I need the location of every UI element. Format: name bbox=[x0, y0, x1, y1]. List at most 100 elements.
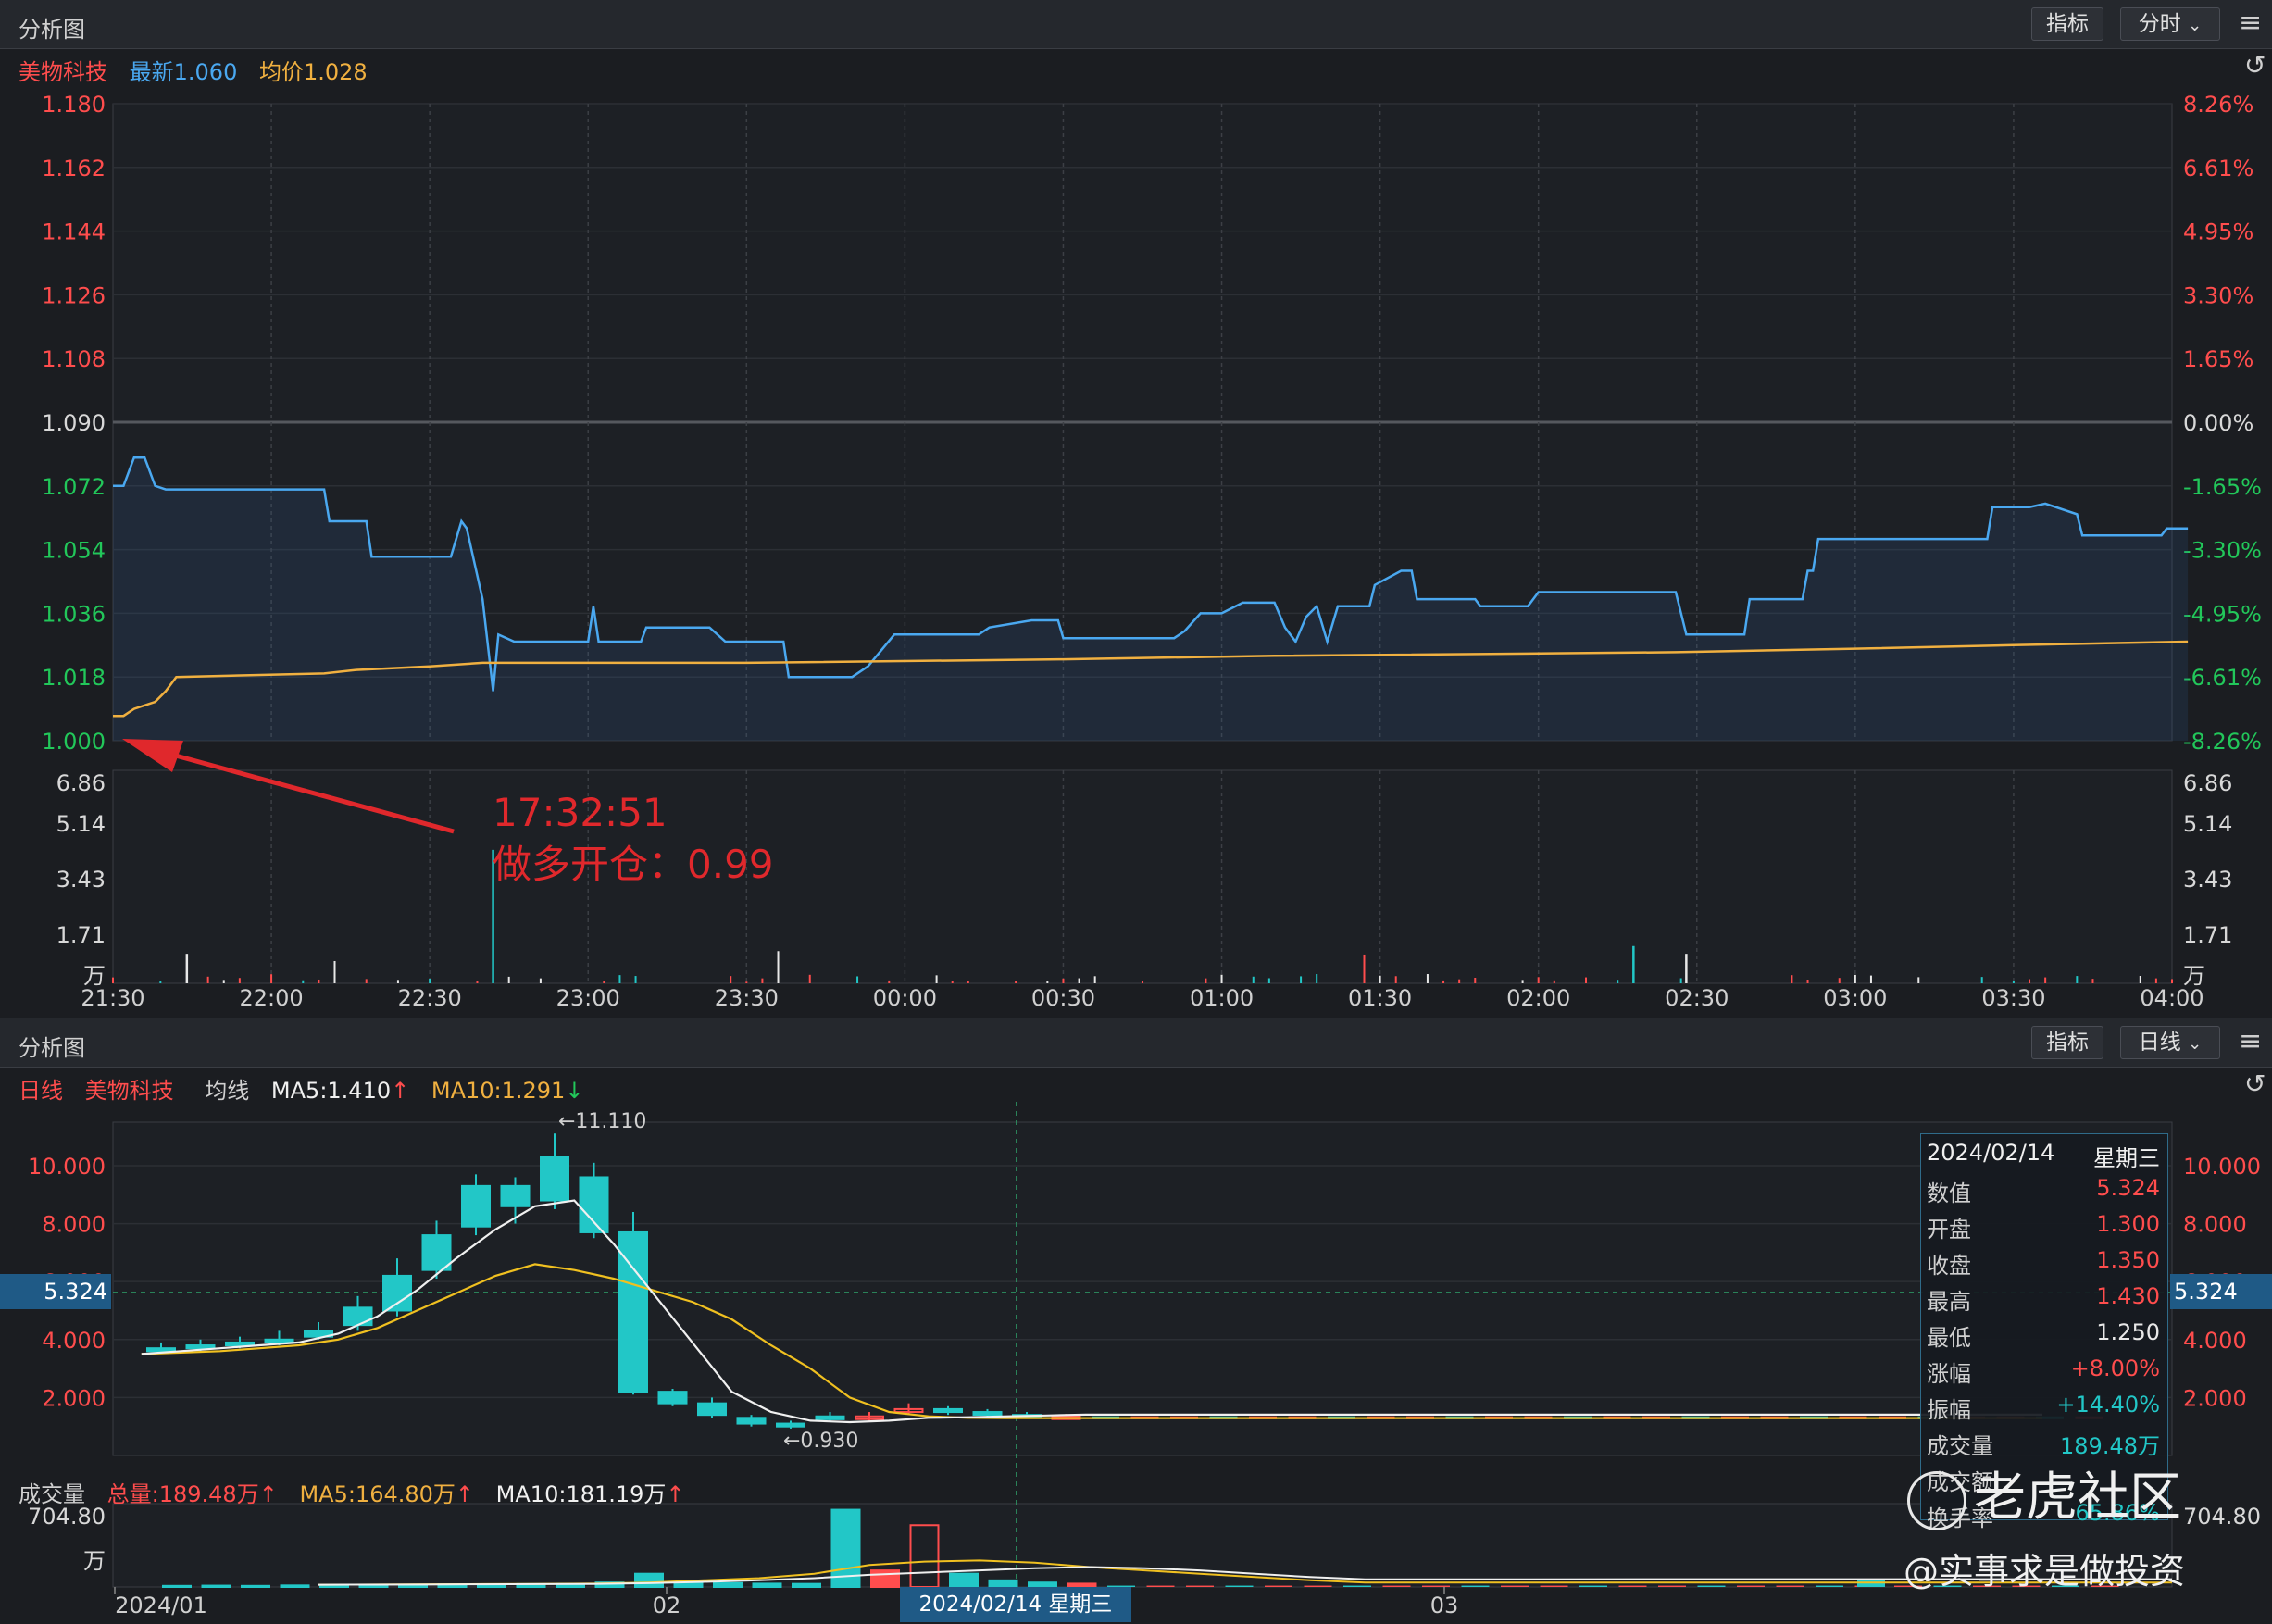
tooltip-value: +8.00% bbox=[2070, 1355, 2160, 1381]
y-tick-left: 1.000 bbox=[42, 729, 106, 755]
tooltip-key: 最低 bbox=[1927, 1325, 1971, 1351]
volume-bar bbox=[634, 1572, 664, 1588]
tooltip-value: 5.324 bbox=[2096, 1175, 2160, 1201]
candle-body bbox=[500, 1184, 531, 1207]
y-tick-left: 8.000 bbox=[42, 1212, 106, 1238]
top-panel-header: 分析图 指标 分时 ⌄ ≡ bbox=[0, 0, 2272, 49]
x-tick: 02:30 bbox=[1665, 985, 1729, 1009]
top-legend: 美物科技 最新1.060 均价1.028 bbox=[19, 54, 382, 86]
tooltip-row: 振幅 +14.40% bbox=[1927, 1392, 2160, 1427]
volume-bar bbox=[1857, 1580, 1885, 1587]
y-tick-right: 0.00% bbox=[2183, 410, 2253, 436]
stock-name-bottom: 美物科技 bbox=[84, 1078, 174, 1104]
reset-icon[interactable]: ↺ bbox=[2244, 52, 2266, 80]
volume-tick-right: 3.43 bbox=[2183, 867, 2232, 893]
y-tick-left: 1.072 bbox=[42, 474, 106, 500]
volume-bar bbox=[1579, 1585, 1607, 1587]
volume-bar bbox=[1697, 1585, 1726, 1587]
y-tick-left: 1.108 bbox=[42, 346, 106, 372]
y-tick-left: 1.054 bbox=[42, 538, 106, 564]
x-tick: 00:30 bbox=[1031, 985, 1095, 1009]
arrow-down-icon: ↓ bbox=[565, 1078, 584, 1104]
volume-bar bbox=[162, 1584, 192, 1588]
x-tick: 2024/01 bbox=[115, 1593, 207, 1618]
menu-icon[interactable]: ≡ bbox=[2239, 9, 2262, 37]
y-tick-left: 1.162 bbox=[42, 156, 106, 181]
volume-bar bbox=[201, 1584, 231, 1589]
volume-bar bbox=[1265, 1585, 1292, 1587]
y-tick-left: 2.000 bbox=[42, 1385, 106, 1411]
high-annotation: ←11.110 bbox=[558, 1110, 646, 1133]
y-tick-left: 1.180 bbox=[42, 92, 106, 118]
y-tick-right: -1.65% bbox=[2183, 474, 2262, 500]
volume-tick-right: 万 bbox=[2183, 963, 2205, 989]
volume-tick-left: 5.14 bbox=[56, 811, 106, 837]
y-tick-left: 10.000 bbox=[28, 1154, 106, 1180]
candle-body bbox=[815, 1415, 845, 1420]
ma-label: 均线 bbox=[205, 1078, 250, 1104]
reset-icon-bottom[interactable]: ↺ bbox=[2244, 1070, 2266, 1098]
y-tick-left: 1.144 bbox=[42, 219, 106, 245]
volume-bar bbox=[1304, 1585, 1332, 1587]
y-tick-right: -3.30% bbox=[2183, 538, 2262, 564]
average-price: 均价1.028 bbox=[259, 59, 368, 85]
menu-icon-bottom[interactable]: ≡ bbox=[2239, 1028, 2262, 1056]
volume-bar bbox=[1186, 1585, 1214, 1587]
x-tick: 03 bbox=[1430, 1593, 1459, 1618]
volume-ma5: MA5:164.80万 bbox=[299, 1481, 456, 1507]
arrow-up-icon: ↑ bbox=[455, 1481, 475, 1507]
candle-body bbox=[185, 1344, 216, 1350]
y-tick-right: -6.61% bbox=[2183, 665, 2262, 691]
candle-body bbox=[579, 1176, 609, 1233]
volume-bar bbox=[1225, 1585, 1254, 1587]
daily-volume-area bbox=[112, 1503, 2173, 1588]
volume-total: 总量:189.48万 bbox=[106, 1481, 259, 1507]
bottom-panel-title: 分析图 bbox=[19, 1035, 85, 1061]
candle-body bbox=[776, 1422, 805, 1428]
volume-legend: 成交量 总量:189.48万↑ MA5:164.80万↑ MA10:181.19… bbox=[19, 1476, 700, 1508]
indicator-button-bottom[interactable]: 指标 bbox=[2031, 1026, 2103, 1059]
watermark-brand: 老虎社区 bbox=[1907, 1455, 2181, 1530]
tooltip-value: 1.430 bbox=[2096, 1283, 2160, 1309]
bottom-panel-header: 分析图 指标 日线 ⌄ ≡ bbox=[0, 1018, 2272, 1068]
period-dropdown[interactable]: 分时 ⌄ bbox=[2120, 7, 2220, 41]
annotation-time: 17:32:51 bbox=[493, 790, 668, 835]
tooltip-value: 1.350 bbox=[2096, 1247, 2160, 1273]
ma10-value: MA10:1.291 bbox=[431, 1078, 566, 1104]
y-tick-right: 4.000 bbox=[2183, 1328, 2247, 1354]
volume-tick-left: 6.86 bbox=[56, 770, 106, 796]
volume-tick-left: 万 bbox=[83, 1548, 106, 1574]
volume-bar bbox=[713, 1581, 743, 1589]
tooltip-row: 数值 5.324 bbox=[1927, 1175, 2160, 1210]
x-tick: 01:00 bbox=[1190, 985, 1254, 1009]
y-tick-right: 4.95% bbox=[2183, 219, 2253, 245]
candle-body bbox=[697, 1402, 727, 1417]
daily-legend: 日线 美物科技 均线 MA5:1.410↑ MA10:1.291↓ bbox=[19, 1072, 598, 1105]
x-tick: 01:30 bbox=[1348, 985, 1412, 1009]
y-tick-right: 10.000 bbox=[2183, 1154, 2261, 1180]
stock-name: 美物科技 bbox=[19, 59, 107, 85]
period-dropdown-bottom[interactable]: 日线 ⌄ bbox=[2120, 1026, 2220, 1059]
volume-bar bbox=[1343, 1585, 1371, 1587]
intraday-chart: 1.180 8.26% 1.162 6.61% 1.144 4.95% 1.126 3.30%… bbox=[42, 92, 2262, 1009]
tooltip-value: 1.300 bbox=[2096, 1211, 2160, 1237]
y-tick-left: 1.126 bbox=[42, 282, 106, 308]
y-tick-right: -8.26% bbox=[2183, 729, 2262, 755]
x-tick: 22:00 bbox=[239, 985, 303, 1009]
volume-bar bbox=[1816, 1585, 1843, 1587]
tooltip-row: 收盘 1.350 bbox=[1927, 1247, 2160, 1282]
y-tick-right: 3.30% bbox=[2183, 282, 2253, 308]
tooltip-weekday: 星期三 bbox=[2093, 1145, 2160, 1171]
volume-tick-left: 3.43 bbox=[56, 867, 106, 893]
volume-tick-left: 万 bbox=[83, 963, 106, 989]
candle-body bbox=[343, 1306, 373, 1327]
y-tick-right: 6.61% bbox=[2183, 156, 2253, 181]
volume-bar bbox=[1461, 1585, 1490, 1587]
volume-bar bbox=[280, 1584, 310, 1588]
volume-tick-left: 1.71 bbox=[56, 922, 106, 948]
indicator-button[interactable]: 指标 bbox=[2031, 7, 2103, 41]
period-label: 分时 bbox=[2138, 12, 2181, 36]
volume-bar bbox=[949, 1572, 979, 1588]
y-tick-left: 1.090 bbox=[42, 410, 106, 436]
crosshair-value-left: 5.324 bbox=[0, 1274, 111, 1309]
